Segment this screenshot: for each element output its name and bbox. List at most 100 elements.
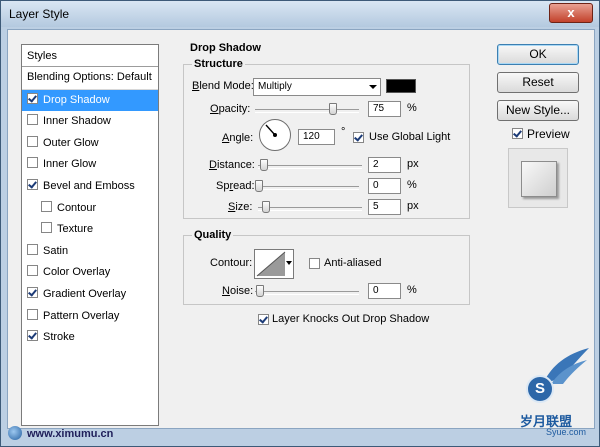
anti-aliased-label[interactable]: Anti-aliased — [324, 257, 381, 269]
blend-mode-select[interactable]: Multiply — [253, 78, 381, 96]
opacity-slider-thumb[interactable] — [328, 103, 337, 115]
distance-input[interactable]: 2 — [368, 157, 401, 173]
structure-title: Structure — [192, 58, 245, 70]
close-button[interactable]: x — [549, 3, 593, 23]
style-item-label: Pattern Overlay — [43, 309, 120, 322]
globe-icon — [8, 426, 22, 440]
noise-slider-thumb[interactable] — [256, 285, 264, 297]
style-item[interactable]: Gradient Overlay — [22, 284, 158, 306]
style-checkbox[interactable] — [41, 200, 52, 212]
style-item[interactable]: Outer Glow — [22, 133, 158, 155]
style-checkbox[interactable] — [27, 178, 38, 190]
spread-slider-thumb[interactable] — [255, 180, 263, 192]
preview-swatch — [521, 161, 557, 197]
style-checkbox[interactable] — [27, 135, 38, 147]
contour-picker[interactable] — [254, 249, 294, 279]
spread-slider-track[interactable] — [255, 186, 359, 190]
preview-thumbnail — [508, 148, 568, 208]
style-item-label: Satin — [43, 244, 69, 257]
size-slider-track[interactable] — [258, 207, 362, 211]
title-bar[interactable]: Layer Style x — [1, 1, 599, 27]
new-style-button[interactable]: New Style... — [497, 100, 579, 121]
drop-shadow-title: Drop Shadow — [188, 42, 263, 54]
style-item[interactable]: Pattern Overlay — [22, 306, 158, 328]
preview-checkbox[interactable] — [512, 128, 523, 139]
style-checkbox[interactable] — [27, 308, 38, 320]
style-checkbox[interactable] — [41, 222, 52, 234]
contour-curve-icon — [256, 251, 286, 277]
size-label: Size: — [228, 201, 253, 213]
blend-mode-value: Multiply — [258, 81, 292, 92]
noise-input[interactable]: 0 — [368, 283, 401, 299]
style-item-label: Gradient Overlay — [43, 287, 127, 300]
angle-label: Angle: — [222, 132, 254, 144]
size-input[interactable]: 5 — [368, 199, 401, 215]
blend-mode-label: Blend Mode: — [192, 80, 254, 92]
contour-label: Contour: — [210, 257, 253, 269]
style-checkbox[interactable] — [27, 243, 38, 255]
blend-mode-label-text: lend Mode: — [199, 80, 254, 92]
style-item[interactable]: Inner Shadow — [22, 111, 158, 133]
styles-header[interactable]: Styles — [22, 45, 158, 67]
style-item-label: Drop Shadow — [43, 93, 110, 106]
spread-unit: % — [407, 179, 417, 191]
preview-label[interactable]: Preview — [527, 127, 570, 141]
button-column: OK Reset New Style... Preview — [497, 44, 587, 344]
opacity-unit: % — [407, 102, 417, 114]
size-slider-thumb[interactable] — [262, 201, 270, 213]
close-icon: x — [567, 5, 575, 20]
size-unit: px — [407, 200, 419, 212]
style-item[interactable]: Satin — [22, 241, 158, 263]
style-item-label: Contour — [57, 201, 97, 214]
opacity-input[interactable]: 75 — [368, 101, 401, 117]
style-item[interactable]: Inner Glow — [22, 154, 158, 176]
angle-unit: ° — [341, 126, 346, 138]
style-item[interactable]: Contour — [22, 198, 158, 220]
watermark-logo: S — [526, 375, 554, 403]
use-global-light-label[interactable]: Use Global Light — [369, 131, 450, 143]
style-item-label: Outer Glow — [43, 136, 99, 149]
style-checkbox[interactable] — [27, 265, 38, 277]
ok-button[interactable]: OK — [497, 44, 579, 65]
layer-knocks-out-label[interactable]: Layer Knocks Out Drop Shadow — [272, 313, 429, 325]
style-item[interactable]: Color Overlay — [22, 262, 158, 284]
distance-slider-thumb[interactable] — [260, 159, 268, 171]
style-item[interactable]: Texture — [22, 219, 158, 241]
style-item-label: Blending Options: Default — [27, 71, 152, 83]
style-checkbox[interactable] — [27, 286, 38, 298]
window-title: Layer Style — [9, 7, 70, 21]
style-item-label: Bevel and Emboss — [43, 179, 135, 192]
style-item-label: Texture — [57, 223, 94, 236]
style-checkbox[interactable] — [27, 114, 38, 126]
opacity-label: Opacity: — [210, 103, 251, 115]
use-global-light-checkbox[interactable] — [353, 132, 364, 143]
reset-button[interactable]: Reset — [497, 72, 579, 93]
distance-unit: px — [407, 158, 419, 170]
spread-input[interactable]: 0 — [368, 178, 401, 194]
style-item[interactable]: Bevel and Emboss — [22, 176, 158, 198]
distance-slider-track[interactable] — [258, 165, 362, 169]
chevron-down-icon — [286, 261, 292, 265]
style-item-label: Stroke — [43, 331, 75, 344]
style-item[interactable]: Drop Shadow — [22, 89, 158, 112]
style-checkbox[interactable] — [27, 92, 38, 104]
noise-slider-track[interactable] — [255, 291, 359, 295]
angle-input[interactable]: 120 — [298, 129, 335, 145]
style-item-label: Inner Shadow — [43, 115, 111, 128]
angle-needle-icon — [265, 124, 277, 137]
style-item-label: Color Overlay — [43, 266, 111, 279]
style-item[interactable]: Blending Options: Default — [22, 67, 158, 90]
quality-group: Quality Contour: Anti-aliased Noise: 0 % — [183, 229, 470, 305]
shadow-color-swatch[interactable] — [386, 79, 416, 93]
structure-group: Structure Blend Mode: Multiply Opacity: … — [183, 58, 470, 219]
watermark-url: www.ximumu.cn — [27, 428, 114, 440]
layer-knocks-out-checkbox[interactable] — [258, 314, 269, 325]
opacity-slider-track[interactable] — [255, 109, 359, 113]
layer-style-window: Layer Style x Styles Blending Options: D… — [0, 0, 600, 447]
anti-aliased-checkbox[interactable] — [309, 258, 320, 269]
style-checkbox[interactable] — [27, 330, 38, 342]
style-checkbox[interactable] — [27, 157, 38, 169]
chevron-down-icon — [369, 85, 377, 89]
angle-dial[interactable] — [259, 119, 291, 151]
style-item[interactable]: Stroke — [22, 327, 158, 349]
